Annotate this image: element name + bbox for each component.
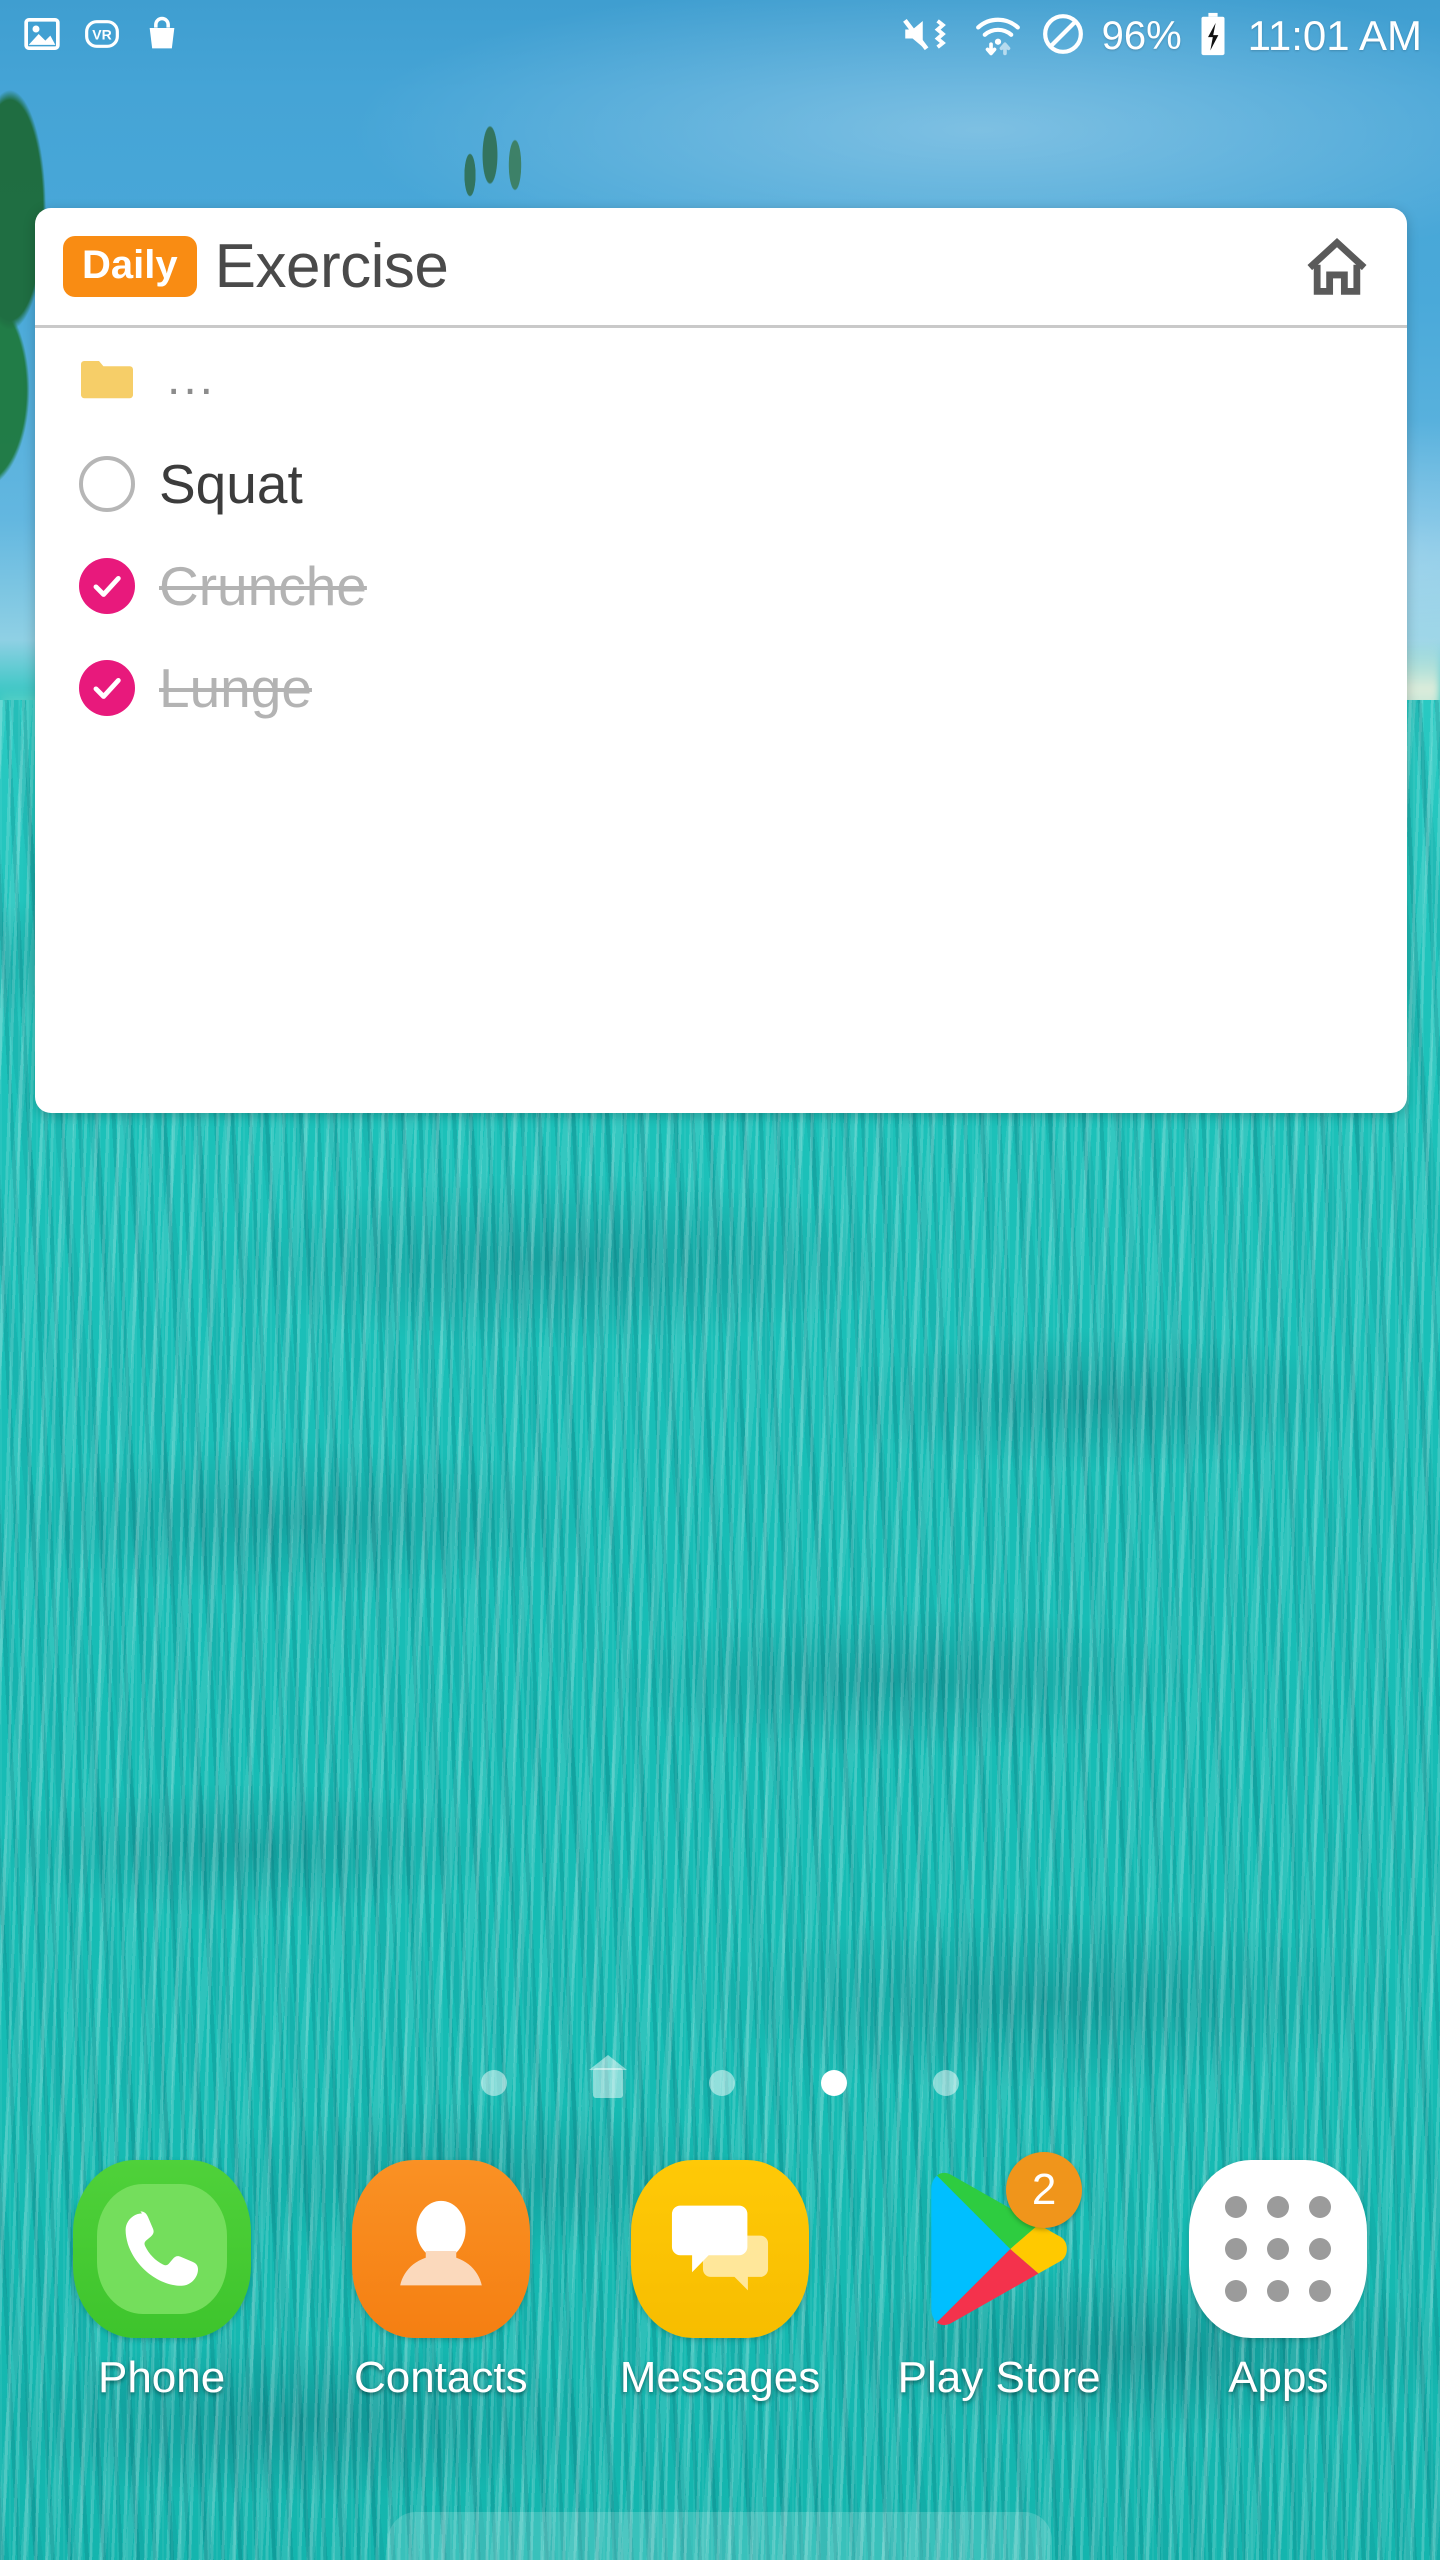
page-dot-home[interactable] (589, 2055, 627, 2098)
task-row[interactable]: Lunge (35, 646, 1407, 730)
dock[interactable]: Phone Contacts Messages 2 Play Store App… (0, 2152, 1440, 2500)
svg-text:VR: VR (92, 26, 111, 42)
mute-vibrate-icon (900, 12, 956, 61)
dock-item-contacts[interactable]: Contacts (326, 2160, 556, 2400)
task-label: Squat (159, 452, 303, 515)
dock-item-messages[interactable]: Messages (605, 2160, 835, 2400)
task-list[interactable]: ... Squat Crunche Lunge (35, 328, 1407, 730)
task-label: Lunge (159, 656, 312, 719)
apps-grid-icon[interactable] (1189, 2160, 1368, 2338)
play-store-icon[interactable]: 2 (910, 2152, 1088, 2338)
page-dot[interactable] (709, 2070, 735, 2096)
dock-label: Play Store (897, 2353, 1101, 2402)
apps-grid-dots (1225, 2196, 1332, 2302)
play-store-badge: 2 (1006, 2152, 1083, 2228)
dock-item-apps[interactable]: Apps (1163, 2160, 1393, 2400)
shopping-bag-icon (142, 14, 182, 59)
dock-item-phone[interactable]: Phone (47, 2160, 277, 2400)
dock-label: Apps (1228, 2353, 1329, 2402)
folder-icon (79, 357, 135, 401)
status-bar[interactable]: VR 96% 11:01 AM (0, 0, 1440, 72)
navigation-hint-bar[interactable] (388, 2512, 1052, 2560)
status-bar-clock: 11:01 AM (1247, 12, 1422, 59)
wifi-icon (972, 12, 1024, 61)
widget-header: Daily Exercise (35, 208, 1407, 328)
dock-label: Phone (97, 2353, 226, 2402)
daily-exercise-widget[interactable]: Daily Exercise ... Squat Crunche Lunge (35, 208, 1407, 1113)
status-bar-right-icons: 96% 11:01 AM (900, 11, 1422, 62)
widget-title: Exercise (214, 231, 449, 301)
battery-percent: 96% (1101, 14, 1182, 58)
home-screen: VR 96% 11:01 AM Daily Exercise ... Squat… (0, 0, 1440, 2560)
vr-icon: VR (82, 14, 122, 59)
page-dot[interactable] (481, 2070, 507, 2096)
status-bar-left-icons: VR (22, 14, 182, 59)
task-label: Crunche (159, 554, 367, 617)
contacts-icon[interactable] (351, 2160, 530, 2338)
checkbox-checked-icon[interactable] (79, 660, 135, 716)
checkbox-unchecked-icon[interactable] (79, 456, 135, 512)
dock-label: Contacts (353, 2353, 528, 2402)
page-dot[interactable] (933, 2070, 959, 2096)
battery-charging-icon (1198, 11, 1228, 62)
checkbox-checked-icon[interactable] (79, 558, 135, 614)
home-icon[interactable] (1291, 221, 1383, 313)
page-dot-active[interactable] (821, 2070, 847, 2096)
phone-icon[interactable] (72, 2160, 251, 2338)
page-indicator[interactable] (0, 2055, 1440, 2098)
gallery-icon (22, 14, 62, 59)
messages-icon[interactable] (630, 2160, 809, 2338)
do-not-disturb-icon (1040, 11, 1086, 62)
dock-label: Messages (619, 2353, 821, 2402)
parent-folder-label: ... (167, 351, 217, 405)
task-row[interactable]: Squat (35, 442, 1407, 526)
dock-item-play-store[interactable]: 2 Play Store (884, 2152, 1114, 2402)
widget-category-badge[interactable]: Daily (63, 236, 197, 297)
task-row[interactable]: Crunche (35, 544, 1407, 628)
parent-folder-row[interactable]: ... (35, 328, 1407, 424)
